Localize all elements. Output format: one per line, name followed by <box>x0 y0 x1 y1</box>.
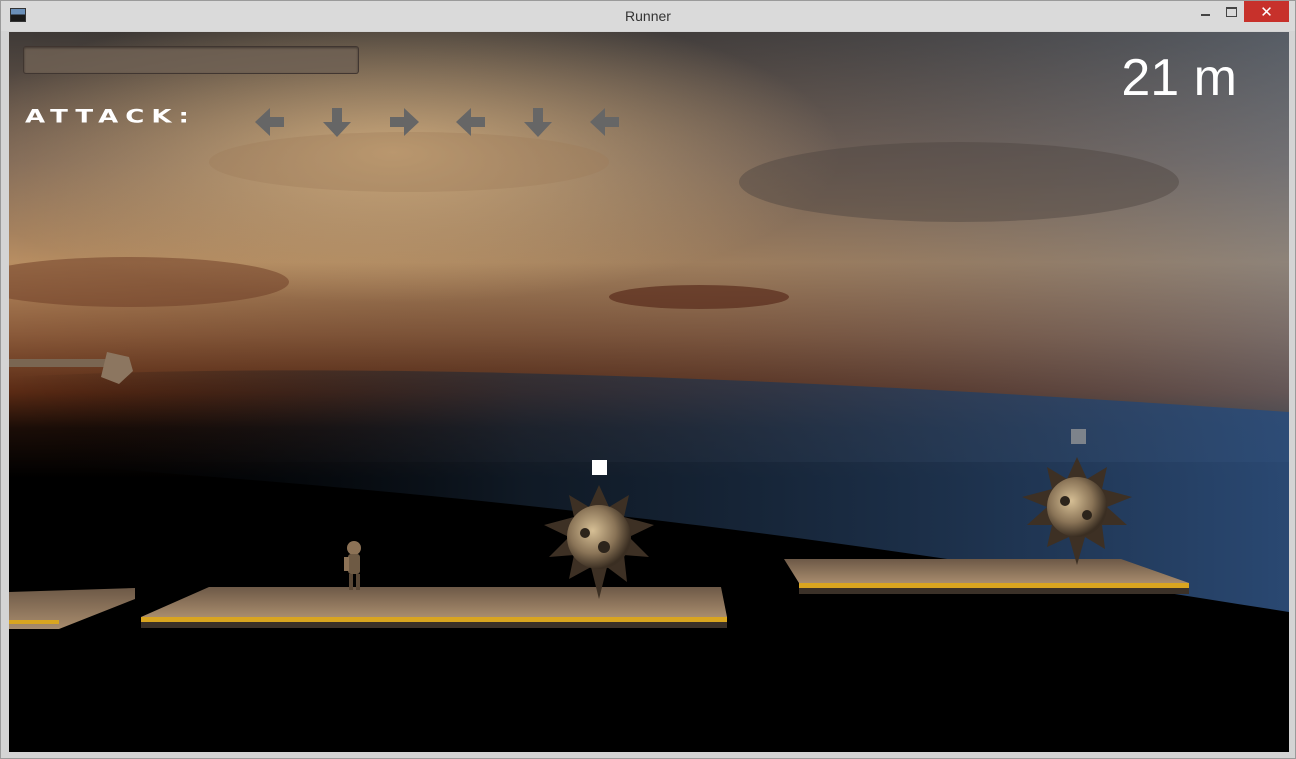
game-window: Runner ✕ ATTACK: 21 m <box>0 0 1296 759</box>
minimize-button[interactable] <box>1192 1 1218 22</box>
title-bar[interactable]: Runner ✕ <box>1 1 1295 31</box>
close-icon: ✕ <box>1260 3 1273 21</box>
arrow-right-icon <box>386 104 422 140</box>
target-marker <box>592 460 607 475</box>
target-marker-faded <box>1071 429 1086 444</box>
arrow-left-icon <box>252 104 288 140</box>
minimize-icon <box>1200 13 1210 16</box>
arrow-down-icon <box>319 104 355 140</box>
health-bar <box>23 46 359 74</box>
attack-sequence <box>252 104 654 140</box>
distance-counter: 21 m <box>1121 49 1237 107</box>
game-scene <box>9 32 1289 752</box>
arrow-left-icon <box>587 104 623 140</box>
arrow-left-icon <box>453 104 489 140</box>
arrow-down-icon <box>520 104 556 140</box>
window-title: Runner <box>625 8 671 24</box>
game-viewport[interactable]: ATTACK: 21 m <box>9 32 1289 752</box>
close-button[interactable]: ✕ <box>1244 1 1289 22</box>
maximize-button[interactable] <box>1218 1 1244 22</box>
maximize-icon <box>1225 6 1237 17</box>
attack-label: ATTACK: <box>25 106 196 128</box>
